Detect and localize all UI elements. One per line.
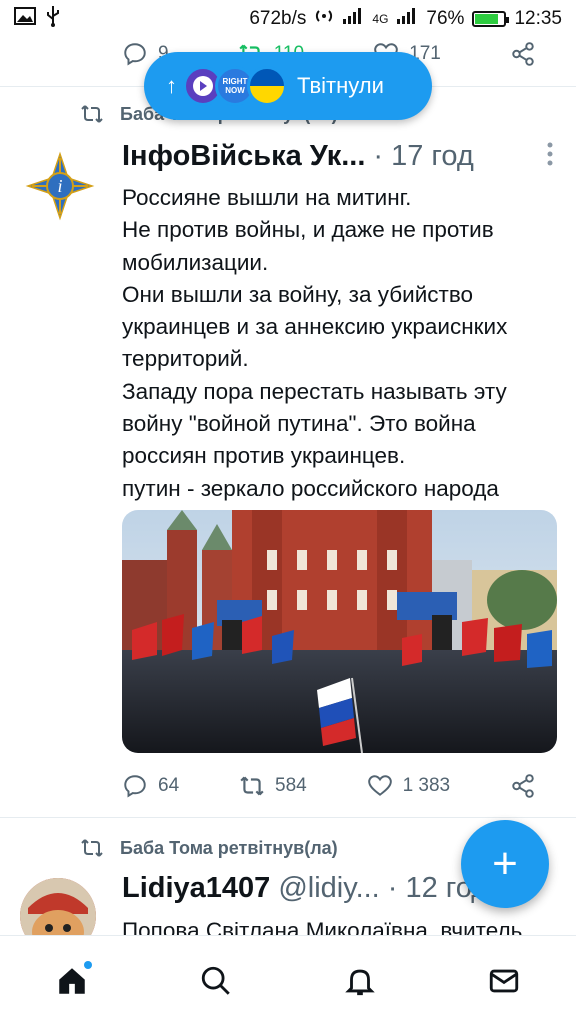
infoviyska-logo-icon: i <box>25 151 95 221</box>
new-tweets-pill[interactable]: ↑ RIGHT NOW Твітнули <box>144 52 432 120</box>
tweet-text-line: украинцев и за аннексию украиснких <box>122 314 508 340</box>
hotspot-icon <box>314 6 334 32</box>
retweeted-by-line[interactable]: Баба Тома ретвітнув(ла) <box>80 836 338 860</box>
tweet-text-line: мобилизации. <box>122 249 269 275</box>
bell-icon <box>345 969 375 995</box>
arrow-up-icon: ↑ <box>166 73 177 98</box>
tweet-text-line: Западу пора перестать называть эту <box>122 378 507 404</box>
network-speed: 672b/s <box>249 8 307 29</box>
reply-count: 64 <box>158 775 180 796</box>
heart-icon <box>367 775 392 796</box>
tweet-header: ІнфоВійська Ук... · 17 год <box>122 140 554 173</box>
retweet-icon <box>81 839 103 857</box>
share-button[interactable] <box>510 773 536 799</box>
new-tweets-label: Твітнули <box>297 73 384 98</box>
nav-home[interactable] <box>48 957 96 1005</box>
author-name[interactable]: Lidiya1407 <box>122 872 270 905</box>
tweet-photo[interactable] <box>122 510 557 753</box>
notification-dot <box>84 960 92 969</box>
retweet-count: 584 <box>275 775 307 796</box>
tweet-text-line: Они вышли за войну, за убийство <box>122 281 474 307</box>
tweet-text-line: путин - зеркало российского народа <box>122 475 499 501</box>
tweet-text-line: Не против войны, и даже не против <box>122 217 494 243</box>
author-name[interactable]: ІнфоВійська Ук... <box>122 140 365 173</box>
signal-icon <box>342 7 364 31</box>
battery-icon <box>472 11 510 27</box>
usb-icon <box>44 5 62 33</box>
tweet-text-line: войну "войной путина". Это война <box>122 411 476 437</box>
reply-icon <box>124 43 146 66</box>
tweet-time: · 17 год <box>373 140 474 172</box>
share-button[interactable] <box>510 41 536 67</box>
divider <box>0 817 576 818</box>
like-count: 1 383 <box>402 775 451 796</box>
compose-tweet-button[interactable]: + <box>461 820 549 908</box>
clock: 12:35 <box>514 8 562 29</box>
retweet-icon <box>81 105 103 123</box>
rally-photo-image <box>122 510 557 753</box>
tweet-text-line: россиян против украинцев. <box>122 443 406 469</box>
retweet-button[interactable]: 584 <box>239 773 307 799</box>
share-icon <box>512 774 534 798</box>
share-icon <box>512 42 534 66</box>
nav-notifications[interactable] <box>336 957 384 1005</box>
author-handle: @lidiy... <box>278 872 380 904</box>
retweeted-by-text: Баба Тома ретвітнув(ла) <box>120 837 338 858</box>
tweet-actions: 64 584 1 383 <box>122 770 536 802</box>
network-type: 4G <box>372 12 389 26</box>
tweet-text-line: территорий. <box>122 346 249 372</box>
like-button[interactable]: 1 383 <box>367 773 451 799</box>
svg-text:i: i <box>57 176 62 196</box>
image-notification-icon <box>14 6 36 32</box>
retweet-icon <box>240 776 264 796</box>
tweet-text-line: Россияне вышли на митинг. <box>122 185 412 210</box>
status-bar: 672b/s 4G 76% 12:35 <box>0 0 576 38</box>
reply-icon <box>124 775 146 798</box>
mail-icon <box>489 969 519 992</box>
tweet-text: Россияне вышли на митинг. Не против войн… <box>122 182 562 505</box>
nav-messages[interactable] <box>480 957 528 1005</box>
reply-button[interactable]: 64 <box>122 773 179 799</box>
bottom-navigation <box>0 935 576 1025</box>
plus-icon: + <box>492 839 518 888</box>
pill-avatar <box>247 66 287 106</box>
more-options-icon[interactable] <box>546 141 554 173</box>
nav-search[interactable] <box>192 957 240 1005</box>
signal-icon-2 <box>396 7 418 31</box>
avatar[interactable]: i <box>22 148 98 224</box>
battery-percent: 76% <box>426 8 465 29</box>
home-icon <box>59 967 85 994</box>
search-icon <box>201 966 230 995</box>
